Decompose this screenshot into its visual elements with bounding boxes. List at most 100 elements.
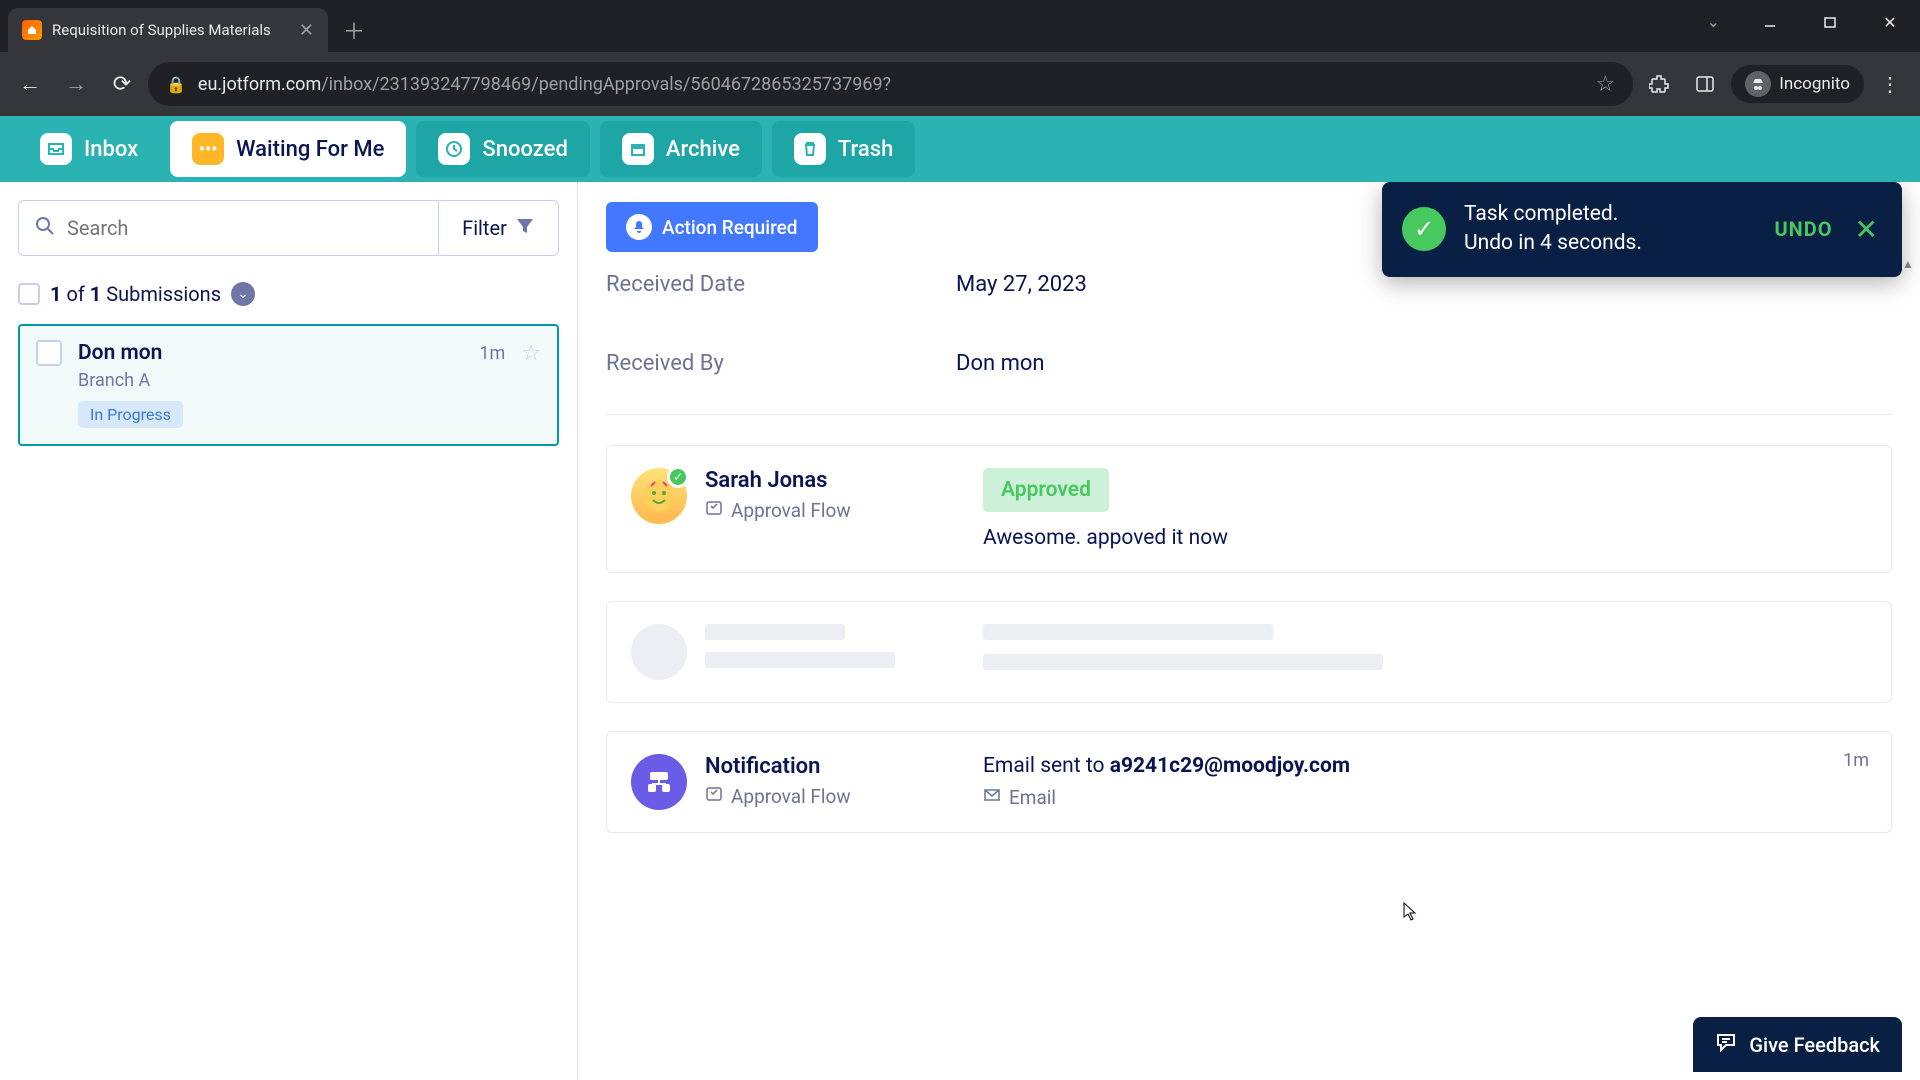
flow-icon: [705, 499, 723, 522]
activity-user-name: Sarah Jonas: [705, 468, 965, 493]
browser-menu-icon[interactable]: ⋮: [1870, 64, 1910, 104]
window-controls: ✕: [1740, 0, 1920, 44]
lock-icon: 🔒: [166, 75, 186, 94]
browser-chrome: Requisition of Supplies Materials ✕ ＋ ⌄ …: [0, 0, 1920, 116]
submission-status-badge: In Progress: [78, 401, 183, 428]
activity-time: 1m: [1843, 750, 1869, 771]
submissions-count-row: 1 of 1 Submissions ⌄: [18, 282, 559, 306]
trash-icon: [794, 133, 826, 165]
flow-icon: [705, 785, 723, 808]
activity-message: Awesome. appoved it now: [983, 526, 1867, 550]
action-required-label: Action Required: [662, 216, 798, 239]
new-tab-button[interactable]: ＋: [336, 12, 372, 48]
tab-waiting-label: Waiting For Me: [236, 137, 384, 162]
side-panel-icon[interactable]: [1685, 64, 1725, 104]
field-value: May 27, 2023: [956, 272, 1087, 297]
activity-card-notification: Notification Approval Flow Email sent to…: [606, 731, 1892, 833]
action-required-button[interactable]: Action Required: [606, 202, 818, 252]
url-text: eu.jotform.com/inbox/231393247798469/pen…: [198, 74, 1584, 95]
back-button[interactable]: ←: [10, 64, 50, 104]
browser-tab[interactable]: Requisition of Supplies Materials ✕: [8, 8, 328, 52]
approved-badge: Approved: [983, 468, 1109, 512]
snoozed-icon: [438, 133, 470, 165]
activity-flow-label: Approval Flow: [705, 785, 965, 808]
bell-icon: [626, 214, 652, 240]
submission-branch: Branch A: [78, 370, 541, 391]
search-icon: [35, 216, 55, 241]
favicon-icon: [22, 20, 42, 40]
reload-button[interactable]: ⟳: [102, 64, 142, 104]
incognito-label: Incognito: [1779, 74, 1850, 94]
avatar-notification: [631, 754, 687, 810]
activity-title: Notification: [705, 754, 965, 779]
avatar-check-icon: ✓: [667, 466, 689, 488]
feedback-label: Give Feedback: [1749, 1033, 1880, 1057]
filter-button[interactable]: Filter: [438, 201, 558, 255]
tab-inbox-label: Inbox: [84, 137, 138, 162]
window-close-button[interactable]: ✕: [1860, 0, 1920, 44]
browser-toolbar: ← → ⟳ 🔒 eu.jotform.com/inbox/23139324779…: [0, 52, 1920, 116]
search-input[interactable]: [67, 216, 422, 240]
toast-notification: ✓ Task completed. Undo in 4 seconds. UND…: [1382, 182, 1902, 277]
search-filter-row: Filter: [18, 200, 559, 256]
inbox-icon: [40, 133, 72, 165]
skeleton-avatar: [631, 624, 687, 680]
field-received-by: Received By Don mon: [578, 339, 1920, 388]
incognito-indicator[interactable]: Incognito: [1731, 65, 1864, 103]
tab-snoozed[interactable]: Snoozed: [416, 121, 589, 177]
tab-archive[interactable]: Archive: [600, 121, 762, 177]
submission-name: Don mon: [78, 341, 463, 365]
address-bar[interactable]: 🔒 eu.jotform.com/inbox/231393247798469/p…: [148, 62, 1633, 106]
toast-message: Task completed. Undo in 4 seconds.: [1464, 200, 1756, 259]
toast-undo-button[interactable]: UNDO: [1774, 217, 1832, 241]
submission-card[interactable]: Don mon 1m ☆ Branch A In Progress: [18, 324, 559, 446]
tab-inbox[interactable]: Inbox: [18, 121, 160, 177]
tab-waiting-for-me[interactable]: ••• Waiting For Me: [170, 121, 406, 177]
activity-channel: Email: [983, 786, 1867, 809]
tab-title: Requisition of Supplies Materials: [52, 21, 271, 39]
detail-pane: ✓ Task completed. Undo in 4 seconds. UND…: [578, 182, 1920, 1080]
window-minimize-button[interactable]: [1740, 0, 1800, 44]
tabs-dropdown-icon[interactable]: ⌄: [1707, 12, 1720, 31]
activity-card-loading: [606, 601, 1892, 703]
field-label: Received By: [606, 351, 956, 376]
tab-strip: Requisition of Supplies Materials ✕ ＋ ⌄ …: [0, 0, 1920, 52]
filter-label: Filter: [462, 216, 507, 240]
field-value: Don mon: [956, 351, 1045, 376]
cursor-icon: [1403, 902, 1417, 926]
incognito-icon: [1745, 71, 1771, 97]
toast-close-icon[interactable]: ✕: [1851, 213, 1882, 246]
extensions-icon[interactable]: [1639, 64, 1679, 104]
submissions-count-text: 1 of 1 Submissions: [50, 282, 221, 306]
archive-icon: [622, 133, 654, 165]
scroll-up-icon[interactable]: ▲: [1900, 256, 1916, 272]
tab-close-icon[interactable]: ✕: [299, 20, 314, 41]
window-maximize-button[interactable]: [1800, 0, 1860, 44]
submission-time: 1m: [479, 343, 505, 364]
waiting-icon: •••: [192, 133, 224, 165]
email-icon: [983, 786, 1001, 809]
activity-flow-label: Approval Flow: [705, 499, 965, 522]
give-feedback-button[interactable]: Give Feedback: [1693, 1017, 1902, 1072]
avatar: ✓: [631, 468, 687, 524]
tab-archive-label: Archive: [666, 137, 740, 162]
activity-card-approval: ✓ Sarah Jonas Approval Flow Approved Awe…: [606, 445, 1892, 573]
submission-checkbox[interactable]: [36, 340, 62, 366]
activity-email-sent: Email sent to a9241c29@moodjoy.com: [983, 754, 1867, 778]
select-all-checkbox[interactable]: [18, 283, 40, 305]
bookmark-star-icon[interactable]: ☆: [1596, 72, 1616, 97]
submissions-sort-dropdown[interactable]: ⌄: [231, 282, 255, 306]
tab-snoozed-label: Snoozed: [482, 137, 567, 162]
section-divider: [606, 414, 1892, 415]
submission-star-icon[interactable]: ☆: [521, 341, 541, 366]
search-input-wrapper[interactable]: [19, 201, 438, 255]
tab-trash-label: Trash: [838, 137, 893, 162]
app-body: Filter 1 of 1 Submissions ⌄ Don mon 1m ☆…: [0, 182, 1920, 1080]
app-header-tabs: Inbox ••• Waiting For Me Snoozed Archive…: [0, 116, 1920, 182]
tab-trash[interactable]: Trash: [772, 121, 915, 177]
feedback-icon: [1715, 1031, 1737, 1058]
field-label: Received Date: [606, 272, 956, 297]
forward-button[interactable]: →: [56, 64, 96, 104]
toast-success-icon: ✓: [1402, 207, 1446, 251]
filter-icon: [515, 216, 535, 241]
